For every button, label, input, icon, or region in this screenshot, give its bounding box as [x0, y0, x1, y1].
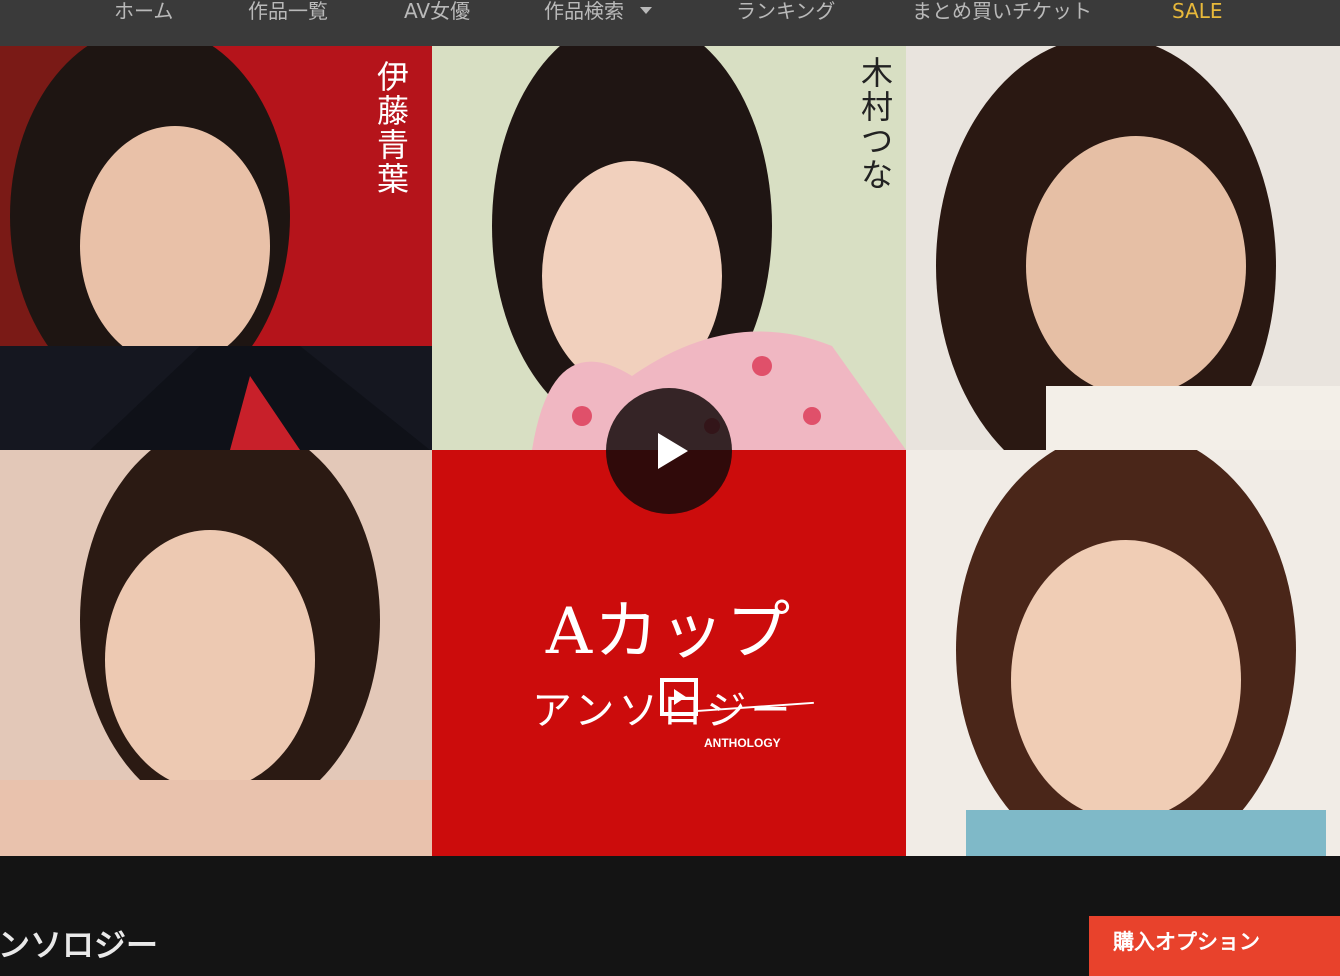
nav-item-sale[interactable]: SALE	[1172, 0, 1223, 26]
hero-banner[interactable]: 伊藤青葉 木村つな Aカップ アンソロジー ANTHOLOGY	[0, 46, 1340, 856]
actress-photo-1: 伊藤青葉	[0, 46, 432, 450]
actress-photo-5	[906, 450, 1340, 856]
nav-item-search-label: 作品検索	[544, 0, 624, 23]
actress-photo-4	[0, 450, 432, 856]
nav-item-tickets[interactable]: まとめ買いチケット	[912, 0, 1092, 26]
play-video-button[interactable]	[606, 388, 732, 514]
title-bar: ンソロジー 購入オプション	[0, 856, 1340, 976]
logo-main-text: Aカップ	[545, 595, 793, 669]
actress-photo-3	[906, 46, 1340, 450]
nav-item-home[interactable]: ホーム	[114, 0, 173, 26]
logo-play-box-icon	[660, 678, 698, 716]
top-nav: ホーム 作品一覧 AV女優 作品検索 ランキング まとめ買いチケット SALE	[0, 0, 1340, 46]
nav-item-works[interactable]: 作品一覧	[248, 0, 328, 26]
play-icon	[658, 433, 688, 469]
actress-name-vertical: 伊藤青葉	[376, 58, 409, 198]
nav-item-actresses[interactable]: AV女優	[404, 0, 470, 26]
page-title: ンソロジー	[0, 926, 159, 964]
logo-en-text: ANTHOLOGY	[704, 736, 781, 750]
chevron-down-icon	[640, 7, 652, 14]
nav-item-ranking[interactable]: ランキング	[736, 0, 835, 26]
nav-item-search[interactable]: 作品検索	[544, 0, 652, 26]
purchase-options-button[interactable]: 購入オプション	[1089, 916, 1340, 976]
actress-name-vertical: 木村つな	[860, 54, 893, 194]
